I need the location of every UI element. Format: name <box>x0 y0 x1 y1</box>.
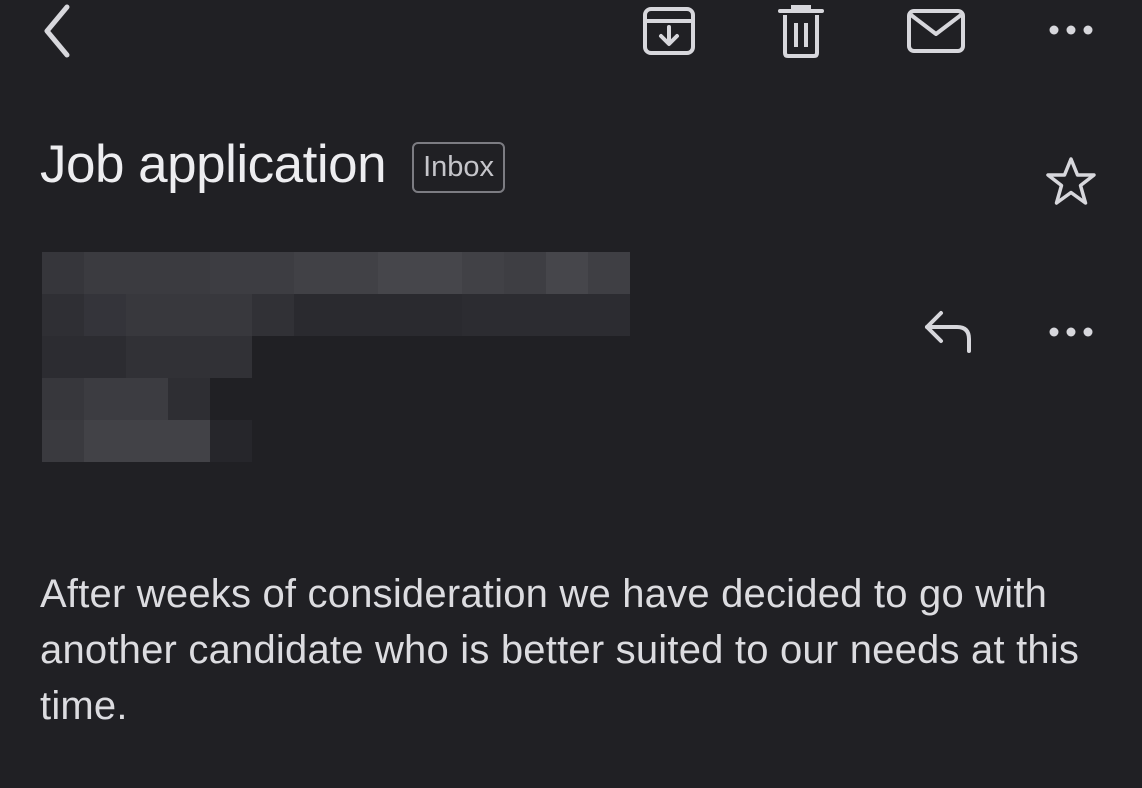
pixel-block <box>546 252 588 294</box>
archive-button[interactable] <box>634 0 704 62</box>
pixel-block <box>84 378 168 420</box>
trash-icon <box>777 3 825 59</box>
more-options-button[interactable] <box>1036 2 1106 58</box>
pixel-block <box>84 420 210 462</box>
pixel-block <box>84 252 210 294</box>
pixel-block <box>84 294 126 336</box>
pixel-block <box>126 294 252 336</box>
email-body: After weeks of consideration we have dec… <box>40 572 1080 728</box>
star-icon <box>1043 155 1099 209</box>
reply-button[interactable] <box>914 300 984 362</box>
pixel-block <box>252 294 294 336</box>
pixel-block <box>42 378 84 420</box>
delete-button[interactable] <box>766 0 836 62</box>
pixel-block <box>588 252 630 294</box>
inbox-label-chip[interactable]: Inbox <box>412 141 506 193</box>
pixel-block <box>462 294 630 336</box>
pixel-block <box>504 252 546 294</box>
pixel-block <box>210 420 252 462</box>
pixel-block <box>168 378 210 420</box>
mail-icon <box>906 8 966 54</box>
email-subject: Job application <box>40 135 387 194</box>
star-button[interactable] <box>1038 150 1104 214</box>
pixel-block <box>126 336 252 378</box>
back-chevron-icon <box>39 3 73 59</box>
pixel-block <box>42 420 84 462</box>
message-more-button[interactable] <box>1036 304 1106 360</box>
back-button[interactable] <box>30 0 82 62</box>
pixel-block <box>294 294 462 336</box>
subject-row: Job application Inbox <box>40 130 506 200</box>
pixel-block <box>210 252 294 294</box>
pixel-block <box>42 252 84 294</box>
pixel-block <box>42 336 126 378</box>
pixel-block <box>294 252 378 294</box>
more-horizontal-icon <box>1047 24 1095 36</box>
mark-unread-button[interactable] <box>898 0 974 62</box>
pixel-block <box>42 294 84 336</box>
pixel-block <box>462 252 504 294</box>
redacted-sender-info <box>42 252 630 462</box>
pixel-block <box>378 252 462 294</box>
more-horizontal-icon <box>1047 326 1095 338</box>
archive-icon <box>641 5 697 57</box>
reply-arrow-icon <box>921 307 977 355</box>
